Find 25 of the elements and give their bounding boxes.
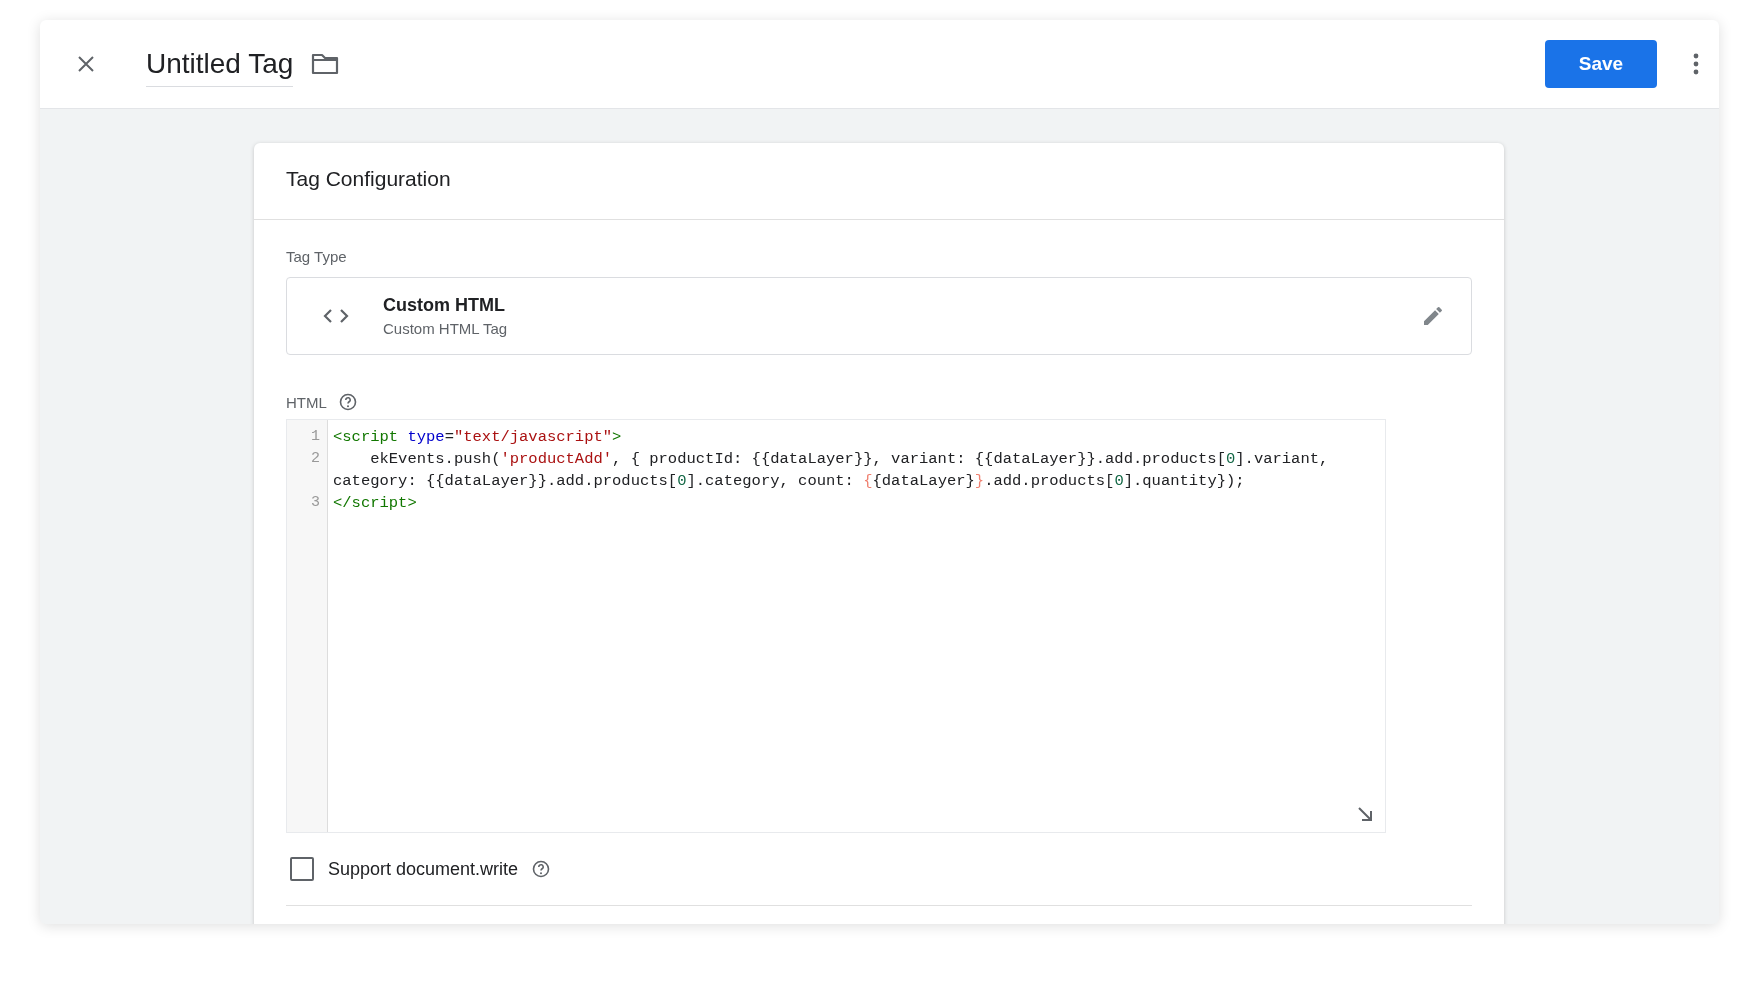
more-options-icon[interactable] bbox=[1693, 53, 1699, 75]
close-icon bbox=[76, 54, 96, 74]
code-line: </script> bbox=[333, 493, 417, 514]
support-document-write-label: Support document.write bbox=[328, 858, 519, 880]
line-number: 3 bbox=[310, 493, 320, 513]
line-number: 2 bbox=[310, 449, 320, 469]
code-line: category: {{dataLayer}}.add.products[0].category, count: {{dataLayer}}.add.products[0].quantity}); bbox=[333, 471, 1246, 492]
help-icon[interactable] bbox=[338, 393, 357, 411]
checkbox[interactable] bbox=[290, 857, 314, 881]
tag-name-field[interactable]: Untitled Tag bbox=[146, 47, 294, 87]
tag-type-description: Custom HTML Tag bbox=[383, 320, 508, 337]
tag-type-label: Tag Type bbox=[286, 248, 348, 265]
tag-type-name: Custom HTML bbox=[383, 295, 506, 316]
code-line: ekEvents.push('productAdd', { productId: {{dataLayer}}, variant: {{dataLayer}}.add.products[0].variant, bbox=[369, 449, 1329, 470]
html-label: HTML bbox=[286, 393, 327, 411]
resize-icon[interactable] bbox=[1357, 806, 1373, 822]
tag-type-selector[interactable]: Custom HTML Custom HTML Tag bbox=[286, 277, 1472, 355]
code-line: <script type="text/javascript"> bbox=[333, 427, 622, 448]
card-title: Tag Configuration bbox=[254, 143, 1504, 220]
folder-icon[interactable] bbox=[311, 52, 340, 76]
line-number: 1 bbox=[310, 427, 320, 447]
pencil-icon[interactable] bbox=[1421, 304, 1445, 328]
help-icon[interactable] bbox=[532, 860, 551, 878]
save-button[interactable]: Save bbox=[1545, 40, 1657, 88]
code-brackets-icon bbox=[323, 307, 349, 325]
